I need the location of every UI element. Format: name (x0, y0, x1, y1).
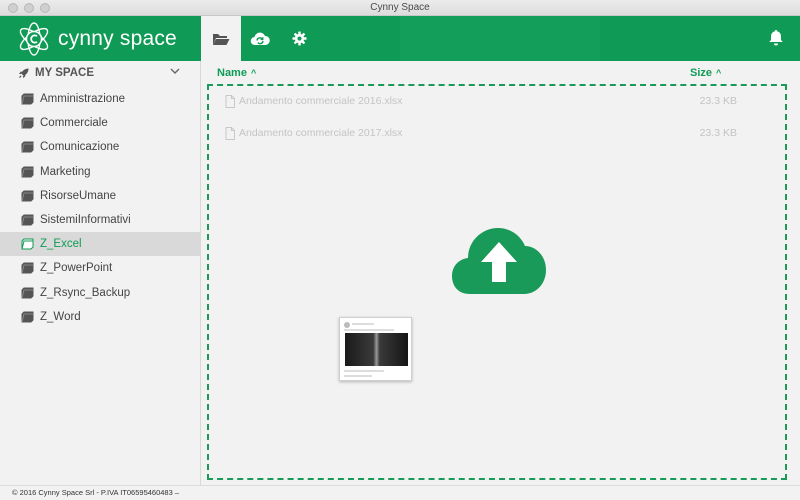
file-browser: Name ^ Size ^ Andamento commerciale 2016… (202, 61, 800, 485)
cloud-upload-icon (452, 228, 546, 294)
sidebar-folder-item[interactable]: Amministrazione (0, 87, 200, 111)
file-size: 23.3 KB (699, 95, 737, 107)
logo-text: cynny space (58, 26, 177, 50)
sort-asc-icon: ^ (716, 68, 722, 78)
folder-icon (21, 214, 34, 226)
sidebar-folder-label: Marketing (40, 165, 91, 178)
sidebar-folder-label: SistemiInformativi (40, 214, 131, 226)
tab-sync[interactable] (240, 16, 280, 61)
bell-icon (769, 30, 783, 46)
folder-icon (21, 117, 34, 129)
sidebar-folder-item[interactable]: Commerciale (0, 111, 200, 135)
cloud-sync-icon (250, 32, 270, 45)
sidebar-folder-item[interactable]: Comunicazione (0, 135, 200, 159)
file-row[interactable]: Andamento commerciale 2017.xlsx 23.3 KB (225, 123, 775, 143)
column-header-name[interactable]: Name ^ (217, 67, 256, 79)
upload-dropzone[interactable]: Andamento commerciale 2016.xlsx 23.3 KB An… (207, 84, 787, 480)
chevron-down-icon[interactable] (170, 67, 180, 75)
window-titlebar: Cynny Space (0, 0, 800, 16)
column-size-label: Size (690, 67, 713, 79)
app-header: cynny space (0, 16, 800, 61)
folder-icon (21, 93, 34, 105)
atom-logo-icon (19, 21, 49, 56)
thumbnail-image (345, 333, 408, 366)
column-name-label: Name (217, 67, 247, 79)
sidebar-folder-item[interactable]: Z_Rsync_Backup (0, 281, 200, 305)
rocket-icon (18, 67, 29, 78)
sidebar-folder-label: Z_Excel (40, 238, 82, 251)
sidebar-folder-item[interactable]: Z_PowerPoint (0, 256, 200, 280)
folder-icon (21, 311, 34, 323)
gear-icon (291, 31, 307, 46)
tab-files[interactable] (201, 16, 241, 61)
file-icon (225, 126, 235, 140)
file-size: 23.3 KB (699, 127, 737, 139)
folder-open-icon (213, 33, 230, 45)
file-row[interactable]: Andamento commerciale 2016.xlsx 23.3 KB (225, 91, 775, 111)
file-icon (225, 94, 235, 108)
sidebar-folder-label: Commerciale (40, 117, 108, 130)
sidebar-folder-item[interactable]: Marketing (0, 160, 200, 184)
my-space-header[interactable]: MY SPACE (0, 61, 200, 85)
tab-settings[interactable] (279, 16, 319, 61)
sort-asc-icon: ^ (250, 68, 257, 78)
sidebar-folder-label: Amministrazione (40, 93, 125, 105)
notifications-button[interactable] (768, 29, 784, 51)
footer-copyright: © 2016 Cynny Space Srl - P.IVA IT0659546… (12, 488, 180, 497)
drag-preview-thumbnail (339, 317, 412, 381)
file-name: Andamento commerciale 2016.xlsx (239, 95, 403, 107)
sidebar-folder-item[interactable]: RisorseUmane (0, 184, 200, 208)
folder-icon (21, 262, 34, 274)
sidebar-folder-label: Z_PowerPoint (40, 262, 113, 275)
footer: © 2016 Cynny Space Srl - P.IVA IT0659546… (0, 485, 800, 500)
folder-icon (21, 287, 34, 299)
sidebar-folder-label: Z_Rsync_Backup (40, 286, 131, 299)
folder-icon (21, 166, 34, 178)
window-title: Cynny Space (370, 2, 430, 13)
sidebar-folder-label: Comunicazione (40, 141, 120, 154)
logo: cynny space (16, 16, 177, 61)
folder-icon (21, 141, 34, 153)
sidebar-folder-item[interactable]: Z_Excel (0, 232, 200, 257)
file-name: Andamento commerciale 2017.xlsx (239, 127, 403, 139)
sidebar: MY SPACE Amministrazione Commerciale Comun… (0, 61, 201, 485)
sidebar-folder-label: RisorseUmane (40, 189, 117, 202)
sidebar-folder-item[interactable]: SistemiInformativi (0, 208, 200, 232)
column-header-size[interactable]: Size ^ (690, 67, 721, 79)
folder-icon (21, 238, 34, 250)
sidebar-folder-label: Z_Word (40, 310, 81, 323)
header-band (400, 16, 600, 61)
folder-icon (21, 190, 34, 202)
sidebar-folder-item[interactable]: Z_Word (0, 305, 200, 329)
my-space-title: MY SPACE (35, 67, 95, 79)
